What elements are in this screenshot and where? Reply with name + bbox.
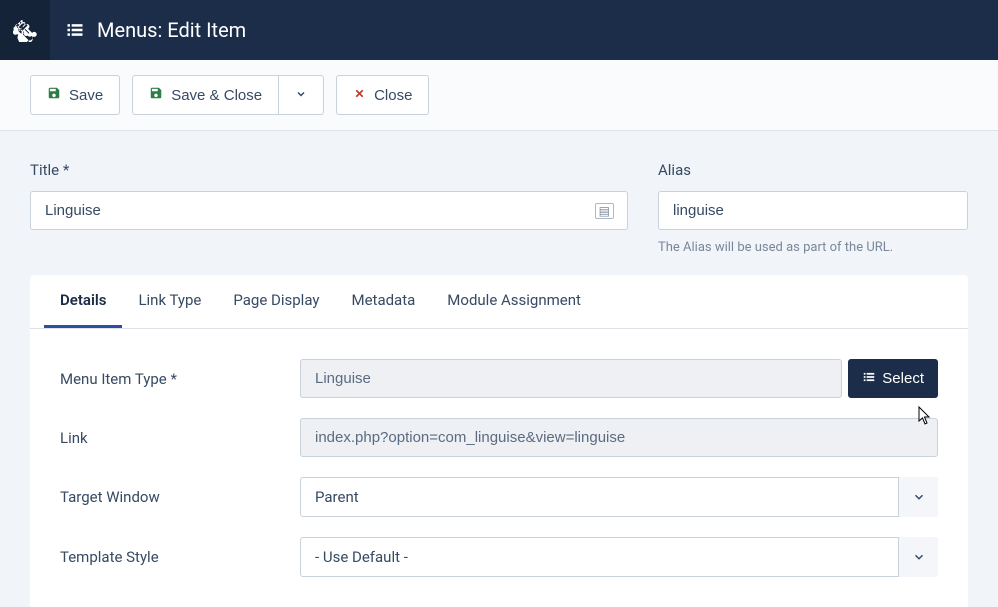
save-button[interactable]: Save <box>30 75 120 115</box>
menu-item-type-value <box>300 359 842 398</box>
top-header: Menus: Edit Item <box>0 0 998 60</box>
alias-help-text: The Alias will be used as part of the UR… <box>658 240 968 255</box>
toolbar: Save Save & Close Close <box>0 60 998 131</box>
row-menu-item-type: Menu Item Type * Select <box>60 359 938 398</box>
target-window-select[interactable]: Parent <box>300 477 938 517</box>
tab-module-assignment[interactable]: Module Assignment <box>431 275 597 328</box>
close-icon <box>353 87 366 104</box>
title-input[interactable] <box>30 191 628 230</box>
save-close-button-label: Save & Close <box>171 87 262 104</box>
alias-field-wrap: Alias The Alias will be used as part of … <box>658 161 968 255</box>
menu-item-type-select-button[interactable]: Select <box>848 359 938 398</box>
close-button[interactable]: Close <box>336 75 429 115</box>
select-button-label: Select <box>882 370 924 387</box>
save-close-group: Save & Close <box>132 75 324 115</box>
close-button-label: Close <box>374 87 412 104</box>
row-link: Link <box>60 418 938 457</box>
save-icon <box>47 86 61 104</box>
title-field-wrap: Title * ▤ <box>30 161 628 255</box>
tabs: Details Link Type Page Display Metadata … <box>30 275 968 329</box>
row-template-style: Template Style - Use Default - <box>60 537 938 577</box>
joomla-icon <box>13 18 37 42</box>
template-style-select[interactable]: - Use Default - <box>300 537 938 577</box>
joomla-logo[interactable] <box>0 0 50 60</box>
alias-label: Alias <box>658 161 968 179</box>
title-label: Title * <box>30 161 628 179</box>
list-icon <box>862 370 876 388</box>
autofill-icon: ▤ <box>595 203 614 219</box>
save-dropdown-button[interactable] <box>279 75 324 115</box>
template-style-label: Template Style <box>60 548 280 566</box>
tab-details[interactable]: Details <box>44 275 122 328</box>
save-icon <box>149 86 163 104</box>
title-alias-row: Title * ▤ Alias The Alias will be used a… <box>0 131 998 275</box>
link-label: Link <box>60 429 280 447</box>
content-card: Details Link Type Page Display Metadata … <box>30 275 968 607</box>
menu-item-type-label: Menu Item Type * <box>60 370 280 388</box>
page-title: Menus: Edit Item <box>97 18 246 42</box>
tab-link-type[interactable]: Link Type <box>122 275 217 328</box>
tab-metadata[interactable]: Metadata <box>335 275 431 328</box>
header-title-area: Menus: Edit Item <box>50 0 246 60</box>
link-value <box>300 418 938 457</box>
alias-input[interactable] <box>658 191 968 230</box>
chevron-down-icon <box>295 87 307 104</box>
target-window-label: Target Window <box>60 488 280 506</box>
list-icon <box>65 20 85 40</box>
row-target-window: Target Window Parent <box>60 477 938 517</box>
save-close-button[interactable]: Save & Close <box>132 75 279 115</box>
tab-page-display[interactable]: Page Display <box>217 275 335 328</box>
form-details: Menu Item Type * Select Link <box>30 329 968 607</box>
save-button-label: Save <box>69 87 103 104</box>
